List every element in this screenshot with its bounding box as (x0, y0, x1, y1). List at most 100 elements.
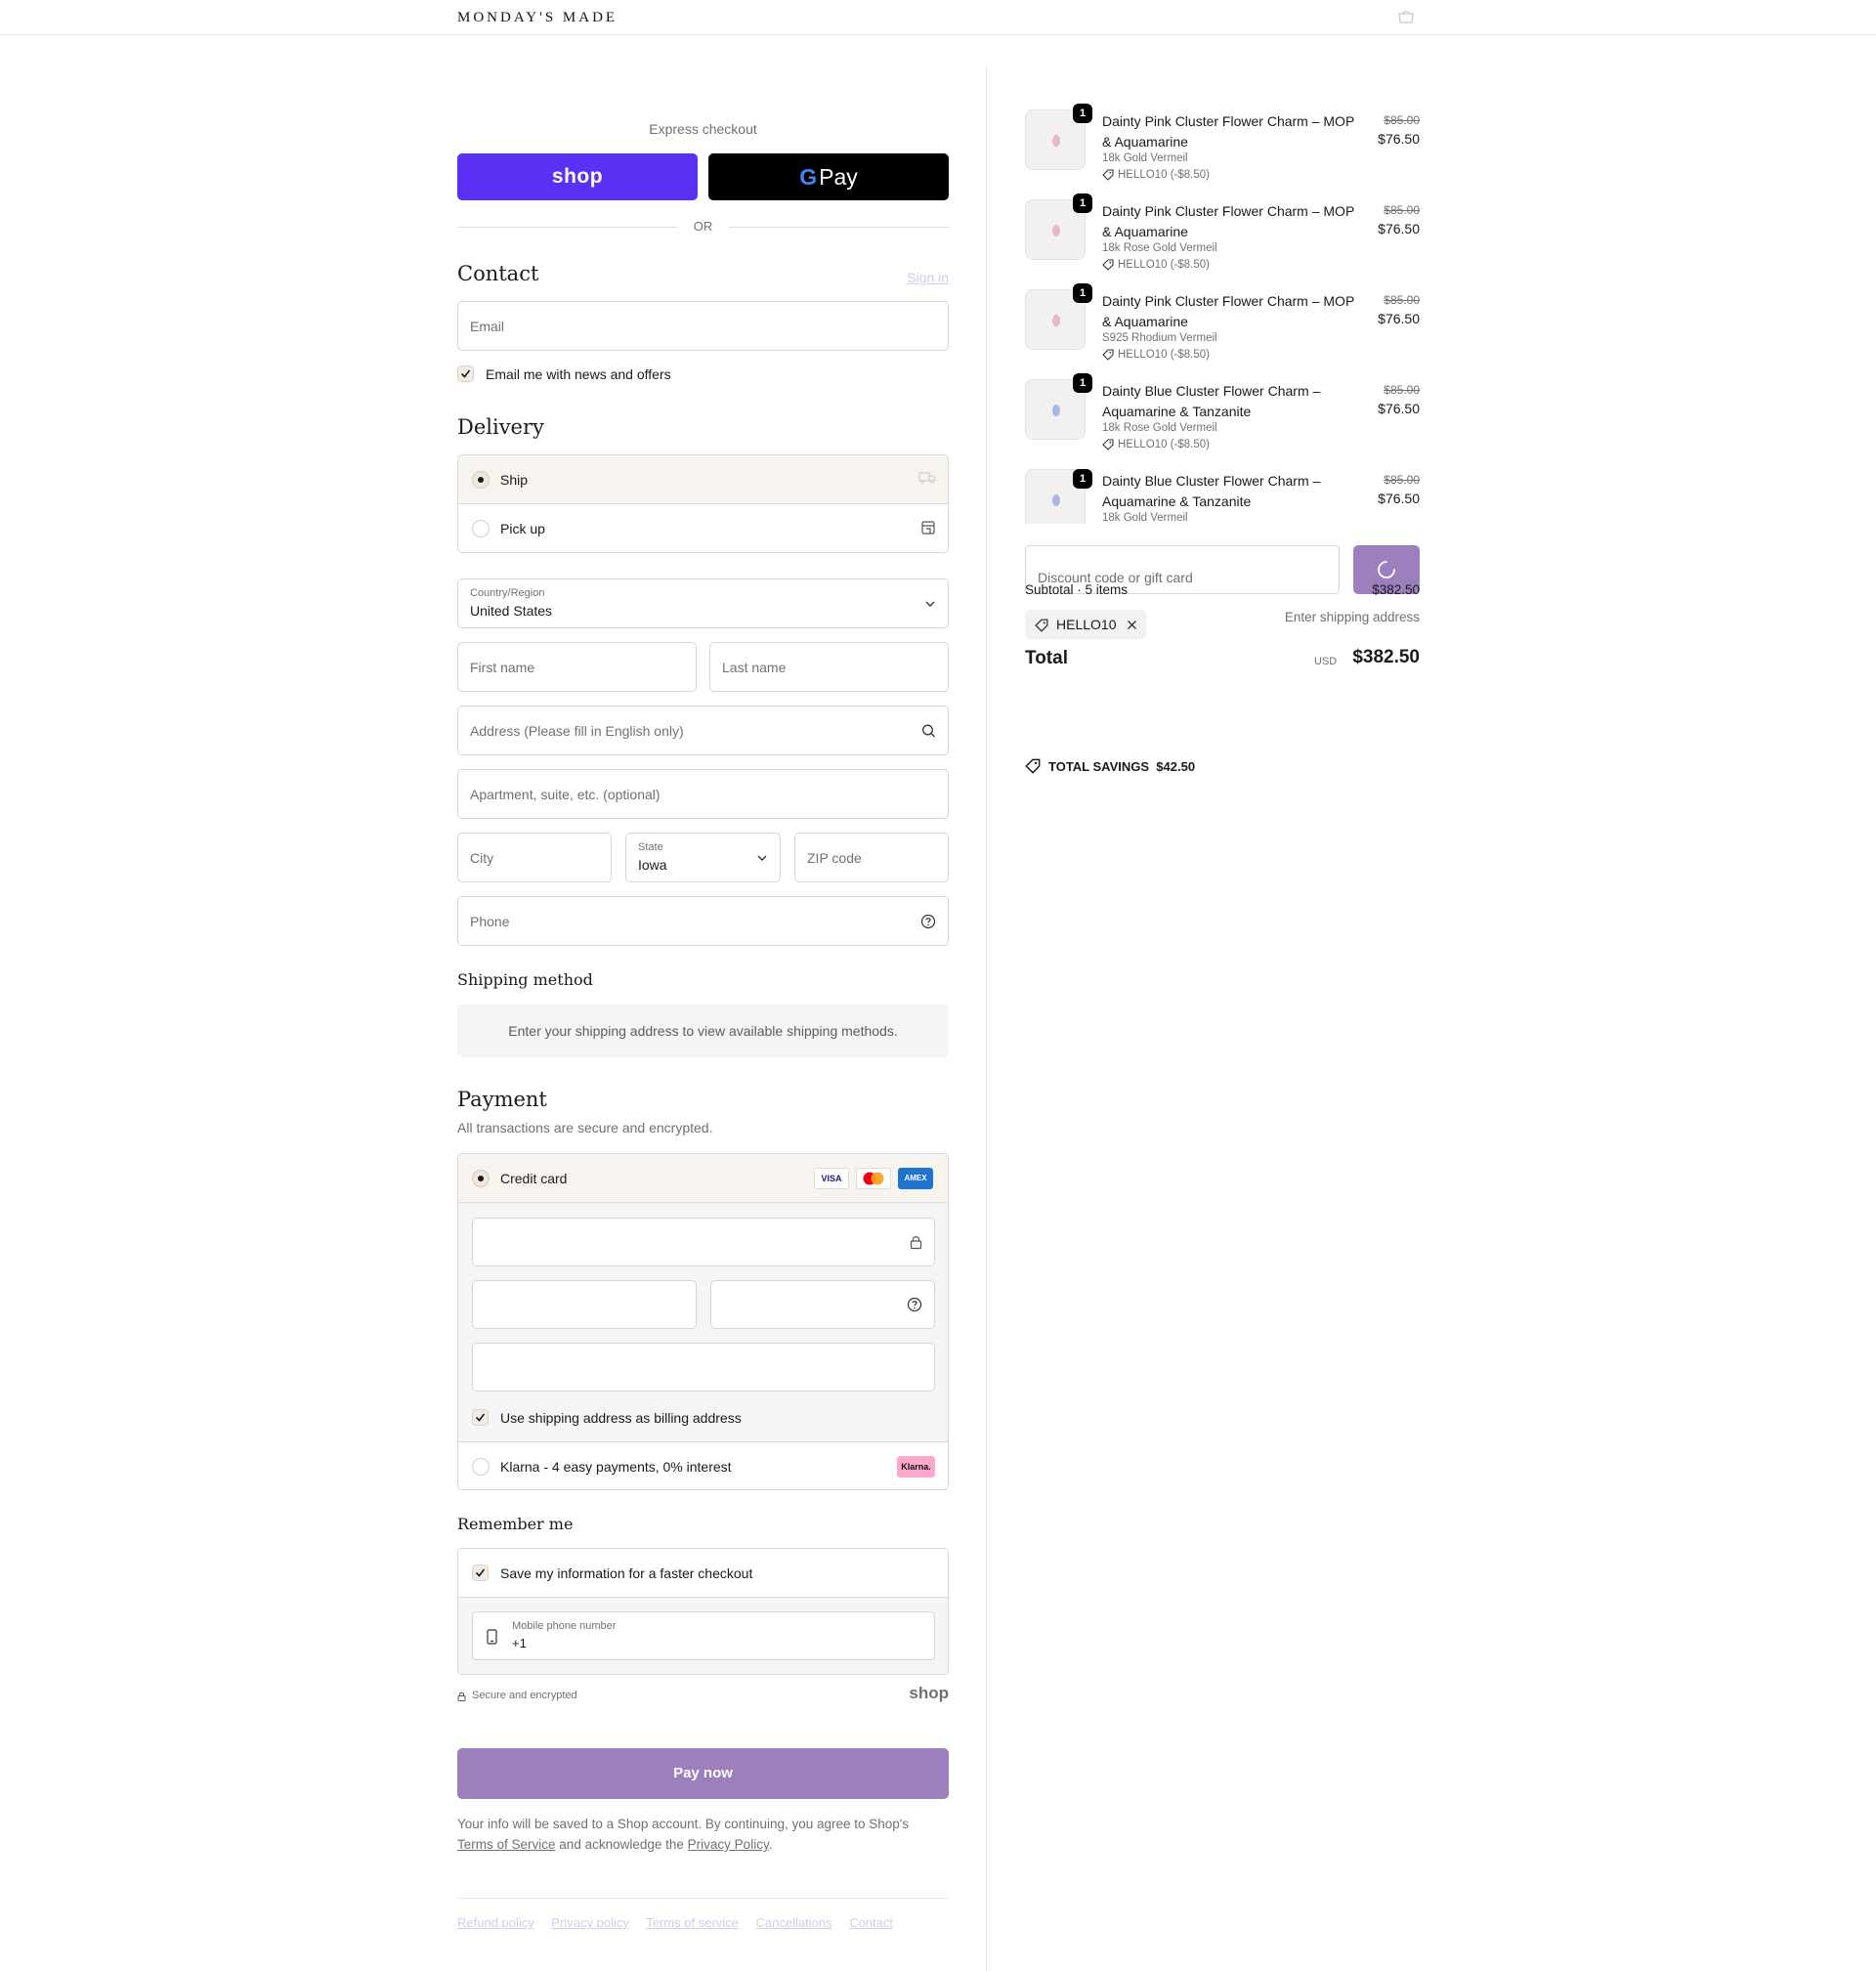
footer-link-terms[interactable]: Terms of service (646, 1915, 739, 1930)
item-variant: 18k Rose Gold Vermeil (1102, 242, 1217, 254)
klarna-option[interactable]: Klarna - 4 easy payments, 0% interest Kl… (458, 1441, 948, 1489)
item-price: $76.50 (1378, 131, 1420, 147)
savings-label: TOTAL SAVINGS (1048, 759, 1150, 774)
google-pay-button[interactable]: GPay (708, 153, 949, 200)
product-image-icon (1052, 225, 1060, 236)
pickup-label: Pick up (500, 521, 545, 536)
item-name: Dainty Blue Cluster Flower Charm – Aquam… (1102, 383, 1321, 419)
legal-text-1: Your info will be saved to a Shop accoun… (457, 1817, 910, 1831)
total-value: $382.50 (1352, 647, 1420, 667)
shipping-method-info: Enter your shipping address to view avai… (457, 1005, 949, 1057)
expiration-field[interactable] (472, 1280, 697, 1329)
item-price: $76.50 (1378, 401, 1420, 416)
pay-now-button[interactable]: Pay now (457, 1748, 949, 1799)
item-price: $76.50 (1378, 491, 1420, 506)
discount-text: HELLO10 (-$8.50) (1118, 439, 1210, 451)
order-item: 1 Dainty Blue Cluster Flower Charm – Aqu… (1025, 373, 1420, 453)
first-name-field[interactable]: First name (457, 642, 697, 692)
mobile-value: +1 (512, 1636, 527, 1650)
zip-placeholder: ZIP code (807, 849, 862, 866)
zip-field[interactable]: ZIP code (794, 833, 949, 882)
contact-title: Contact (457, 262, 539, 285)
quantity-badge: 1 (1073, 104, 1092, 123)
tag-icon (1102, 169, 1114, 181)
credit-card-option[interactable]: Credit card VISA AMEX (458, 1154, 948, 1203)
ship-radio[interactable] (472, 471, 490, 489)
amex-icon: AMEX (898, 1168, 933, 1189)
check-icon (475, 1413, 486, 1422)
discount-text: HELLO10 (-$8.50) (1118, 259, 1210, 272)
shop-pay-button[interactable]: shop (457, 153, 698, 200)
klarna-label: Klarna - 4 easy payments, 0% interest (500, 1459, 732, 1475)
tag-icon (1102, 259, 1114, 271)
billing-checkbox[interactable] (472, 1409, 489, 1426)
pickup-radio[interactable] (472, 520, 490, 537)
payment-subtitle: All transactions are secure and encrypte… (457, 1120, 713, 1135)
footer-link-refund[interactable]: Refund policy (457, 1915, 534, 1930)
security-code-field[interactable] (710, 1280, 935, 1329)
secure-label: Secure and encrypted (472, 1690, 577, 1701)
pickup-option[interactable]: Pick up (458, 504, 948, 552)
item-discount: HELLO10 (-$8.50) (1102, 259, 1210, 271)
order-item: 1 Dainty Pink Cluster Flower Charm – MOP… (1025, 104, 1420, 184)
check-icon (460, 369, 471, 378)
tag-icon (1025, 758, 1041, 774)
city-field[interactable]: City (457, 833, 612, 882)
email-field[interactable]: Email (457, 301, 949, 351)
item-variant: 18k Rose Gold Vermeil (1102, 422, 1217, 434)
news-label: Email me with news and offers (486, 366, 671, 382)
legal-text-3: . (768, 1837, 773, 1852)
sign-in-link[interactable]: Sign in (879, 270, 949, 285)
footer-link-privacy[interactable]: Privacy policy (551, 1915, 628, 1930)
item-name: Dainty Pink Cluster Flower Charm – MOP &… (1102, 203, 1355, 239)
header: MONDAY'S MADE (0, 0, 1876, 35)
spinner-icon (1378, 561, 1395, 578)
city-placeholder: City (470, 849, 494, 866)
original-price: $85.00 (1384, 473, 1420, 487)
country-label: Country/Region (470, 587, 545, 599)
credit-card-radio[interactable] (472, 1170, 490, 1187)
footer-link-contact[interactable]: Contact (849, 1915, 893, 1930)
order-item: 1 Dainty Pink Cluster Flower Charm – MOP… (1025, 283, 1420, 364)
last-name-placeholder: Last name (722, 659, 787, 675)
search-icon (922, 724, 935, 737)
item-discount: HELLO10 (-$8.50) (1102, 169, 1210, 181)
item-name: Dainty Blue Cluster Flower Charm – Aquam… (1102, 473, 1321, 509)
state-select[interactable]: State Iowa (625, 833, 781, 882)
apartment-field[interactable]: Apartment, suite, etc. (optional) (457, 769, 949, 819)
ship-option[interactable]: Ship (458, 455, 948, 504)
klarna-radio[interactable] (472, 1458, 490, 1476)
item-discount: HELLO10 (-$8.50) (1102, 349, 1210, 361)
help-circle-icon[interactable] (920, 914, 936, 929)
close-icon[interactable] (1127, 620, 1137, 630)
help-circle-icon[interactable] (907, 1297, 922, 1312)
item-variant: 18k Gold Vermeil (1102, 512, 1188, 524)
product-image-icon (1052, 494, 1060, 506)
state-label: State (638, 841, 663, 853)
delivery-title: Delivery (457, 415, 544, 439)
last-name-field[interactable]: Last name (709, 642, 949, 692)
terms-of-service-link[interactable]: Terms of Service (457, 1837, 556, 1852)
news-checkbox[interactable] (457, 365, 474, 382)
privacy-policy-link[interactable]: Privacy Policy (688, 1837, 769, 1852)
card-number-field[interactable] (472, 1218, 935, 1266)
tag-icon (1102, 439, 1114, 450)
applied-code: HELLO10 (1056, 617, 1117, 632)
brand-logo[interactable]: MONDAY'S MADE (457, 10, 618, 26)
address-field[interactable]: Address (Please fill in English only) (457, 706, 949, 755)
mobile-phone-field[interactable]: Mobile phone number +1 (472, 1611, 935, 1660)
lock-icon (910, 1236, 922, 1250)
phone-field[interactable]: Phone (457, 896, 949, 946)
country-select[interactable]: Country/Region United States (457, 578, 949, 628)
subtotal-value: $382.50 (1372, 582, 1420, 597)
delivery-method-group: Ship Pick up (457, 454, 949, 553)
footer-link-cancellations[interactable]: Cancellations (756, 1915, 832, 1930)
save-info-checkbox[interactable] (472, 1564, 489, 1581)
savings-value: $42.50 (1156, 759, 1196, 774)
remember-me-group: Save my information for a faster checkou… (457, 1548, 949, 1675)
save-info-option[interactable]: Save my information for a faster checkou… (458, 1549, 948, 1598)
name-on-card-field[interactable] (472, 1343, 935, 1392)
discount-text: HELLO10 (-$8.50) (1118, 169, 1210, 182)
bag-icon[interactable] (1397, 10, 1415, 23)
apartment-placeholder: Apartment, suite, etc. (optional) (470, 786, 661, 802)
